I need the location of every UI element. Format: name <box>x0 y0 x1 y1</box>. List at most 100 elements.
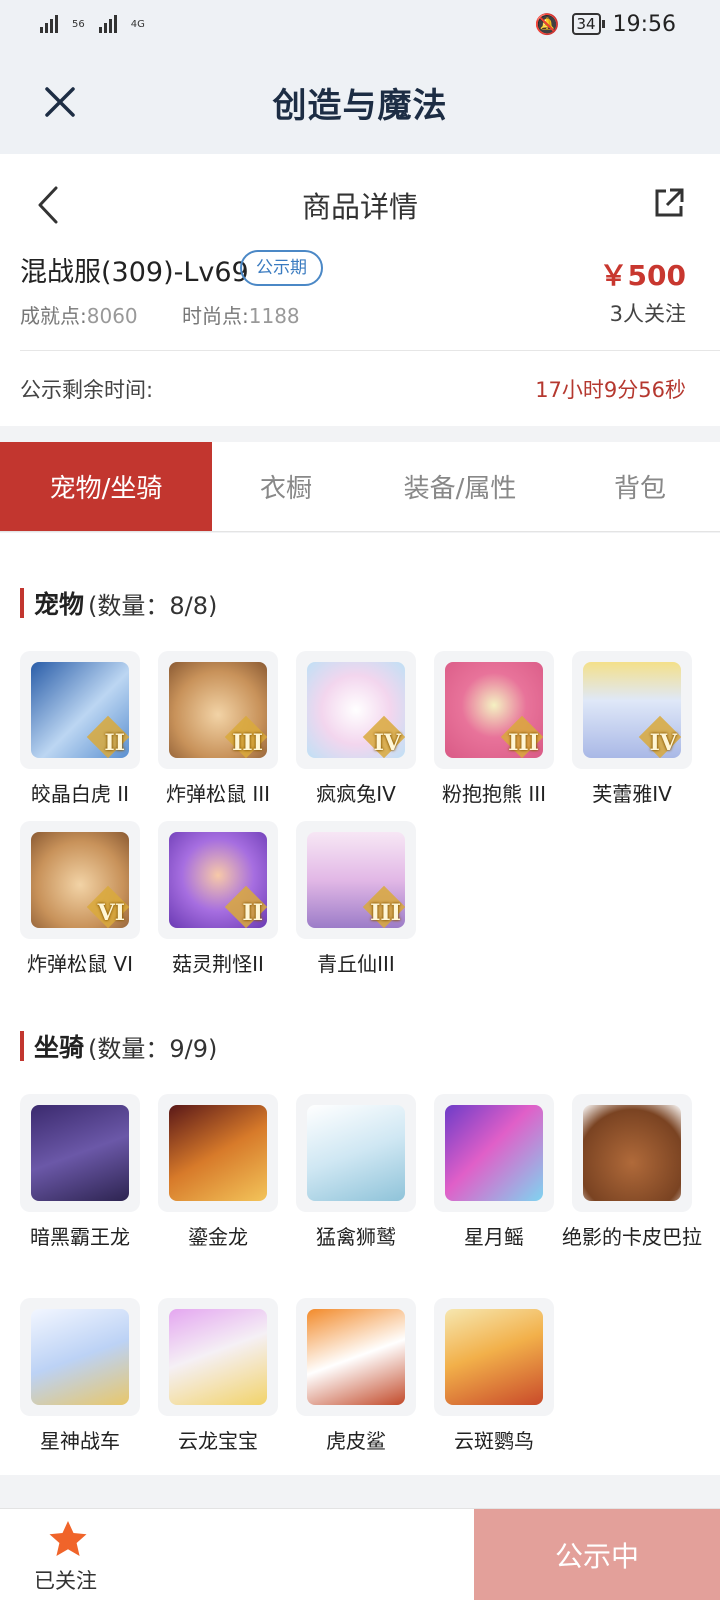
pet-name: 炸弹松鼠 VI <box>27 952 133 976</box>
fashion-stat: 时尚点:1188 <box>182 300 300 329</box>
mount-name: 暗黑霸王龙 <box>30 1225 130 1249</box>
battery-icon: 34 <box>571 13 605 35</box>
share-icon[interactable] <box>652 186 686 220</box>
mount-tile[interactable] <box>434 1298 554 1416</box>
divider <box>20 350 720 351</box>
pet-name: 芙蕾雅IV <box>592 782 672 806</box>
pets-section-title: 宠物 (数量：8/8) <box>20 587 218 620</box>
star-chariot-icon <box>31 1309 129 1405</box>
mount-tile[interactable] <box>158 1094 278 1212</box>
mount-item[interactable]: 星月鳐 <box>434 1094 554 1254</box>
pet-tile[interactable]: II <box>158 821 278 939</box>
mount-tile[interactable] <box>20 1298 140 1416</box>
pet-tile[interactable]: II <box>20 651 140 769</box>
mute-bell-icon: 🔕 <box>534 12 560 36</box>
pet-item[interactable]: III 炸弹松鼠 III <box>158 651 278 811</box>
mount-name: 猛禽狮鹫 <box>316 1225 396 1249</box>
pet-tile[interactable]: IV <box>296 651 416 769</box>
mount-tile[interactable] <box>572 1094 692 1212</box>
mounts-count: (数量：9/9) <box>88 1034 218 1063</box>
pets-count: (数量：8/8) <box>88 591 218 620</box>
status-badge: 公示期 <box>240 250 323 286</box>
rank-label: VI <box>97 900 125 926</box>
griffin-icon <box>307 1105 405 1201</box>
fox-fairy-icon: III <box>307 832 405 928</box>
rank-label: III <box>370 900 401 926</box>
mount-item[interactable]: 暗黑霸王龙 <box>20 1094 140 1254</box>
mount-name: 云斑鹦鸟 <box>454 1429 534 1453</box>
clock: 19:56 <box>612 11 676 37</box>
tab-pets-mounts[interactable]: 宠物/坐骑 <box>0 442 212 531</box>
mount-tile[interactable] <box>158 1298 278 1416</box>
mounts-grid: 暗黑霸王龙 鎏金龙 猛禽狮鹫 星月鳐 绝影的卡皮巴拉星神战车 云龙宝宝 虎皮鲨 云斑鹦鸟 <box>20 1094 710 1464</box>
app-title: 创造与魔法 <box>272 86 448 126</box>
cloud-parrot-icon <box>445 1309 543 1405</box>
pet-item[interactable]: VI 炸弹松鼠 VI <box>20 821 140 981</box>
bomb-squirrel-icon: VI <box>31 832 129 928</box>
pets-title: 宠物 <box>34 590 85 619</box>
tiger-shark-icon <box>307 1309 405 1405</box>
pet-item[interactable]: II 菇灵荆怪II <box>158 821 278 981</box>
mount-name: 虎皮鲨 <box>326 1429 386 1453</box>
status-bar: 56 4G 🔕 34 19:56 <box>0 0 720 48</box>
rank-label: II <box>242 900 263 926</box>
capybara-icon <box>583 1105 681 1201</box>
freya-icon: IV <box>583 662 681 758</box>
mounts-title: 坐骑 <box>34 1033 85 1062</box>
mount-item[interactable]: 虎皮鲨 <box>296 1298 416 1458</box>
follower-count: 3人关注 <box>609 302 686 326</box>
pet-item[interactable]: IV 疯疯兔IV <box>296 651 416 811</box>
rank-label: II <box>104 730 125 756</box>
rank-label: III <box>508 730 539 756</box>
network-label-1: 56 <box>72 18 85 30</box>
mount-tile[interactable] <box>20 1094 140 1212</box>
pets-grid: II 皎晶白虎 II III 炸弹松鼠 III IV 疯疯兔IV III 粉抱抱熊 III IV… <box>20 651 710 981</box>
pet-item[interactable]: III 粉抱抱熊 III <box>434 651 554 811</box>
pet-item[interactable]: IV 芙蕾雅IV <box>572 651 692 811</box>
star-icon[interactable] <box>48 1519 88 1559</box>
pet-tile[interactable]: VI <box>20 821 140 939</box>
follow-label[interactable]: 已关注 <box>34 1565 97 1595</box>
mount-name: 星神战车 <box>40 1429 120 1453</box>
tab-equipment[interactable]: 装备/属性 <box>360 442 560 531</box>
mount-item[interactable]: 星神战车 <box>20 1298 140 1458</box>
mount-item[interactable]: 云龙宝宝 <box>158 1298 278 1458</box>
mount-tile[interactable] <box>296 1094 416 1212</box>
product-summary-card: 商品详情 混战服(309)-Lv69 公示期 ￥500 3人关注 成就点:806… <box>0 154 720 426</box>
white-tiger-icon: II <box>31 662 129 758</box>
mount-item[interactable]: 云斑鹦鸟 <box>434 1298 554 1458</box>
pet-name: 菇灵荆怪II <box>172 952 264 976</box>
pet-item[interactable]: II 皎晶白虎 II <box>20 651 140 811</box>
pet-tile[interactable]: III <box>296 821 416 939</box>
pet-tile[interactable]: III <box>434 651 554 769</box>
bomb-squirrel-icon: III <box>169 662 267 758</box>
tab-bag[interactable]: 背包 <box>560 442 720 531</box>
pink-bear-icon: III <box>445 662 543 758</box>
gilded-dragon-icon <box>169 1105 267 1201</box>
pet-item[interactable]: III 青丘仙III <box>296 821 416 981</box>
star-ray-icon <box>445 1105 543 1201</box>
pet-tile[interactable]: III <box>158 651 278 769</box>
mount-name: 鎏金龙 <box>188 1225 248 1249</box>
mount-tile[interactable] <box>296 1298 416 1416</box>
mount-tile[interactable] <box>434 1094 554 1212</box>
signal-icon <box>98 15 117 33</box>
mount-item[interactable]: 猛禽狮鹫 <box>296 1094 416 1254</box>
mount-item[interactable]: 绝影的卡皮巴拉 <box>562 1094 702 1254</box>
mount-item[interactable]: 鎏金龙 <box>158 1094 278 1254</box>
pet-name: 炸弹松鼠 III <box>165 782 271 806</box>
product-name: 混战服(309)-Lv69 <box>20 257 249 288</box>
mount-name: 云龙宝宝 <box>178 1429 258 1453</box>
pet-name: 青丘仙III <box>317 952 395 976</box>
fashion-label: 时尚点: <box>182 304 249 328</box>
pet-tile[interactable]: IV <box>572 651 692 769</box>
publicity-status-button[interactable]: 公示中 <box>474 1509 720 1600</box>
pet-name: 皎晶白虎 II <box>30 782 130 806</box>
network-label-2: 4G <box>130 18 145 30</box>
pet-name: 疯疯兔IV <box>316 782 396 806</box>
fashion-value: 1188 <box>248 304 300 328</box>
rank-label: IV <box>373 730 401 756</box>
achievement-label: 成就点: <box>20 304 87 328</box>
signal-icon <box>40 15 58 33</box>
tab-wardrobe[interactable]: 衣橱 <box>212 442 360 531</box>
